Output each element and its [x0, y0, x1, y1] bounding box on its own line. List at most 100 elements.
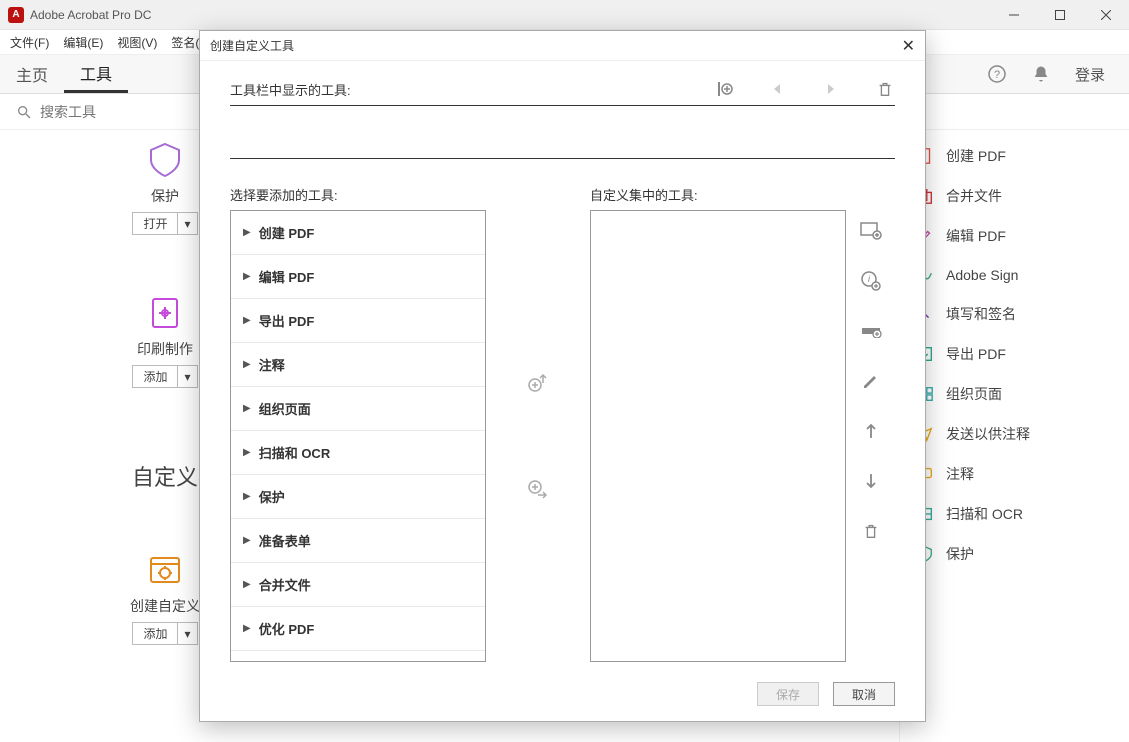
rp-adobe-sign[interactable]: Adobe Sign: [900, 256, 1129, 294]
dialog-footer: 保存 取消: [200, 667, 925, 721]
select-tools-label: 选择要添加的工具:: [230, 185, 486, 204]
cancel-button[interactable]: 取消: [833, 682, 895, 706]
list-item[interactable]: ▶组织页面: [231, 387, 485, 431]
toolbar-display-label: 工具栏中显示的工具:: [230, 80, 351, 99]
move-left-icon[interactable]: [767, 79, 787, 99]
save-button[interactable]: 保存: [757, 682, 819, 706]
svg-text:i: i: [868, 274, 871, 284]
rp-label: 扫描和 OCR: [946, 504, 1023, 524]
tool-card-prepress: 印刷制作 添加 ▾: [132, 293, 197, 388]
expand-icon: ▶: [243, 623, 251, 634]
trash-icon[interactable]: [875, 79, 895, 99]
arrow-up-icon[interactable]: [860, 420, 882, 442]
rp-combine[interactable]: 合并文件: [900, 176, 1129, 216]
list-item[interactable]: ▶保护: [231, 475, 485, 519]
item-label: 保护: [259, 487, 285, 506]
expand-icon: ▶: [243, 579, 251, 590]
rp-fill-sign[interactable]: 填写和签名: [900, 294, 1129, 334]
rp-label: 发送以供注释: [946, 424, 1030, 444]
minimize-button[interactable]: [991, 0, 1037, 30]
rp-label: 保护: [946, 544, 974, 564]
expand-icon: ▶: [243, 447, 251, 458]
item-label: 导出 PDF: [259, 311, 315, 330]
rp-scan-ocr[interactable]: 扫描和 OCR: [900, 494, 1129, 534]
list-item[interactable]: ▶ 合并文件: [231, 563, 485, 607]
window-buttons: [991, 0, 1129, 30]
custom-set-list[interactable]: [590, 210, 846, 662]
transfer-buttons: [486, 210, 590, 662]
dialog-close-button[interactable]: ✕: [902, 36, 915, 56]
item-label: 注释: [259, 355, 285, 374]
arrow-down-icon[interactable]: [860, 470, 882, 492]
add-caret[interactable]: ▾: [178, 365, 197, 388]
svg-text:?: ?: [994, 69, 1000, 81]
rp-label: 编辑 PDF: [946, 226, 1006, 246]
list-item[interactable]: ▶ 注释: [231, 343, 485, 387]
rp-label: 创建 PDF: [946, 146, 1006, 166]
expand-icon: ▶: [243, 227, 251, 238]
open-button[interactable]: 打开: [132, 212, 178, 235]
help-icon[interactable]: ?: [987, 64, 1007, 84]
tool-card-create-custom: 创建自定义 添加 ▾: [130, 550, 200, 645]
add-button-2[interactable]: 添加: [132, 622, 178, 645]
list-item[interactable]: ▶准备表单: [231, 519, 485, 563]
toolbar-display-well[interactable]: [230, 105, 895, 159]
maximize-button[interactable]: [1037, 0, 1083, 30]
rp-export-pdf[interactable]: 导出 PDF: [900, 334, 1129, 374]
app-icon: A: [8, 7, 24, 23]
list-item[interactable]: ▶ 编辑 PDF: [231, 255, 485, 299]
open-caret[interactable]: ▾: [178, 212, 197, 235]
tool-label-protect: 保护: [151, 186, 179, 206]
tool-card-protect: 保护 打开 ▾: [132, 140, 197, 235]
rp-organize[interactable]: 组织页面: [900, 374, 1129, 414]
trash-icon-2[interactable]: [860, 520, 882, 542]
list-item[interactable]: ▶ 导出 PDF: [231, 299, 485, 343]
add-to-set-icon[interactable]: [525, 476, 551, 502]
prepress-icon: [145, 293, 185, 333]
rp-create-pdf[interactable]: 创建 PDF: [900, 136, 1129, 176]
move-right-icon[interactable]: [821, 79, 841, 99]
item-label: 编辑 PDF: [259, 267, 315, 286]
item-label: 合并文件: [259, 575, 311, 594]
rp-label: 注释: [946, 464, 974, 484]
close-button[interactable]: [1083, 0, 1129, 30]
list-item[interactable]: ▶优化 PDF: [231, 607, 485, 651]
list-item[interactable]: ▶ 扫描和 OCR: [231, 431, 485, 475]
rp-comment[interactable]: 注释: [900, 454, 1129, 494]
gear-window-icon: [145, 550, 185, 590]
pencil-icon[interactable]: [860, 370, 882, 392]
rp-edit-pdf[interactable]: 编辑 PDF: [900, 216, 1129, 256]
expand-icon: ▶: [243, 359, 251, 370]
add-divider-icon[interactable]: [713, 79, 733, 99]
tab-tools[interactable]: 工具: [64, 55, 128, 93]
rp-label: 组织页面: [946, 384, 1002, 404]
window-title: Adobe Acrobat Pro DC: [30, 8, 151, 22]
rp-label: 合并文件: [946, 186, 1002, 206]
set-action-buttons: i: [846, 210, 895, 662]
rp-send-review[interactable]: 发送以供注释: [900, 414, 1129, 454]
expand-icon: ▶: [243, 535, 251, 546]
panel-add-icon[interactable]: [860, 220, 882, 242]
add-caret-2[interactable]: ▾: [178, 622, 197, 645]
item-label: 扫描和 OCR: [259, 443, 331, 462]
menu-sign[interactable]: 签名(: [171, 34, 199, 51]
rp-protect[interactable]: 保护: [900, 534, 1129, 574]
menu-view[interactable]: 视图(V): [117, 34, 157, 51]
expand-icon: ▶: [243, 403, 251, 414]
divider-add-icon[interactable]: [860, 320, 882, 342]
menu-edit[interactable]: 编辑(E): [63, 34, 103, 51]
shield-icon: [145, 140, 185, 180]
expand-icon: ▶: [243, 315, 251, 326]
menu-file[interactable]: 文件(F): [10, 34, 49, 51]
window-titlebar: A Adobe Acrobat Pro DC: [0, 0, 1129, 30]
available-tools-list: ▶创建 PDF ▶ 编辑 PDF ▶ 导出 PDF ▶ 注释 ▶组织页面 ▶ 扫描和 O…: [230, 210, 486, 662]
dialog-title: 创建自定义工具: [210, 37, 294, 54]
tab-home[interactable]: 主页: [0, 55, 64, 93]
login-link[interactable]: 登录: [1075, 64, 1105, 85]
info-add-icon[interactable]: i: [860, 270, 882, 292]
bell-icon[interactable]: [1031, 64, 1051, 84]
list-item[interactable]: ▶创建 PDF: [231, 211, 485, 255]
expand-icon: ▶: [243, 271, 251, 282]
add-button[interactable]: 添加: [132, 365, 178, 388]
add-to-toolbar-icon[interactable]: [525, 370, 551, 396]
